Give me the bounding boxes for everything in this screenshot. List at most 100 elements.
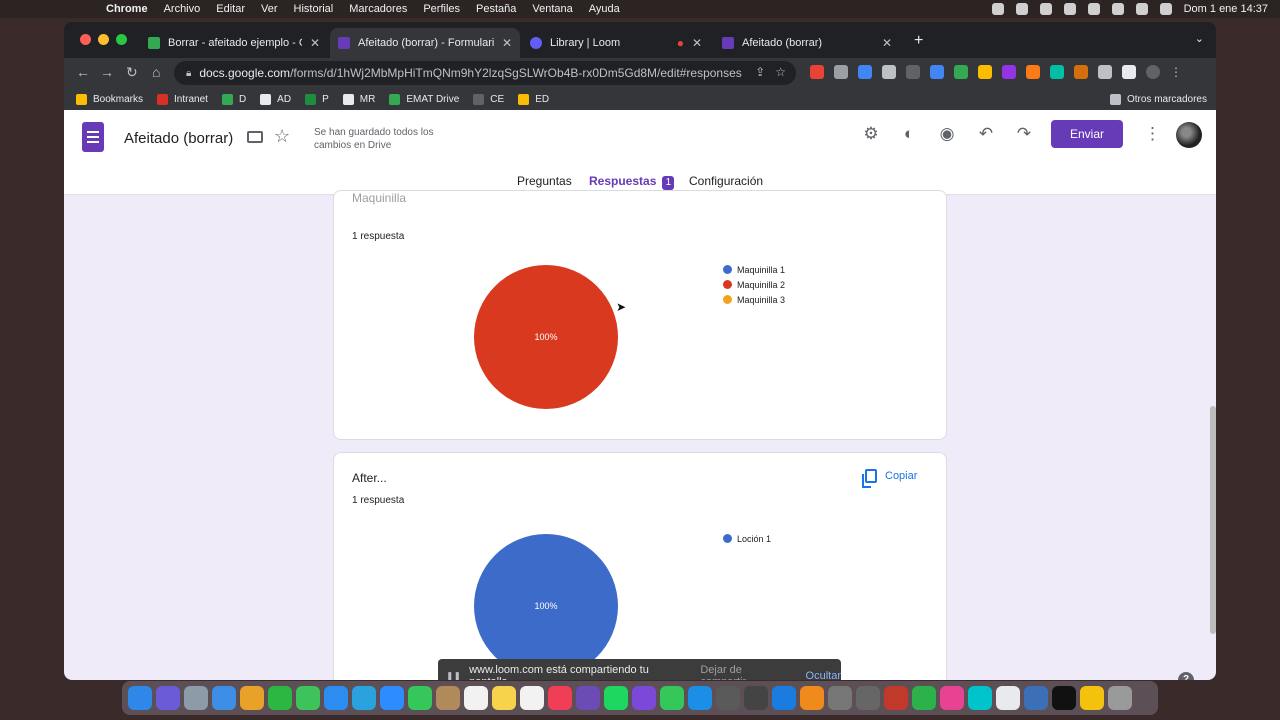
redo-icon[interactable]: ↷ [1014,124,1034,144]
music-icon[interactable] [548,686,572,710]
browser-tab-forms[interactable]: Afeitado (borrar) - Formularios ✕ [330,28,520,58]
battery-icon[interactable] [1087,3,1100,15]
address-bar[interactable]: 🔒︎ docs.google.com /forms/d/1hWj2MbMpHiT… [174,61,796,85]
wifi-icon[interactable] [1111,3,1124,15]
back-arrow-icon[interactable]: ← [76,64,90,80]
app-store-icon[interactable] [324,686,348,710]
vlc-icon[interactable] [800,686,824,710]
textedit-icon[interactable] [996,686,1020,710]
stop-sharing-button[interactable]: Dejar de compartir [700,664,785,680]
form-title[interactable]: Afeitado (borrar) [124,130,233,147]
close-tab-icon[interactable]: ✕ [502,36,512,50]
tab-search-chevron-icon[interactable]: ⌄ [1195,32,1204,45]
canva-icon[interactable] [968,686,992,710]
help-icon[interactable]: ? [1178,672,1194,680]
settings-icon[interactable] [716,686,740,710]
extension-status-icon[interactable] [1039,3,1052,15]
warning-icon[interactable] [1080,686,1104,710]
menu-historial[interactable]: Historial [294,3,334,15]
zoom-window-button[interactable] [116,34,127,45]
extension-orange-icon[interactable] [1026,65,1040,79]
more-options-icon[interactable]: ⋮ [1144,124,1161,144]
menu-archivo[interactable]: Archivo [164,3,201,15]
home-icon[interactable]: ⌂ [152,64,160,80]
maps-icon[interactable] [660,686,684,710]
extension-translate-icon[interactable] [930,65,944,79]
extension-sheets-icon[interactable] [954,65,968,79]
share-icon[interactable]: ⇪ [755,65,765,79]
close-tab-icon[interactable]: ✕ [692,36,702,50]
addons-puzzle-icon[interactable]: ⚙ [861,124,881,144]
imovie-icon[interactable] [632,686,656,710]
bluetooth-icon[interactable] [1063,3,1076,15]
undo-icon[interactable]: ↶ [976,124,996,144]
tab-questions[interactable]: Preguntas [517,174,572,188]
menu-ver[interactable]: Ver [261,3,278,15]
bookmark-item[interactable]: D [221,93,246,105]
copy-chart-button[interactable]: Copiar [862,469,917,488]
sidebar-toggle-icon[interactable] [1122,65,1136,79]
system-prefs-icon[interactable] [856,686,880,710]
siri-icon[interactable] [156,686,180,710]
close-tab-icon[interactable]: ✕ [310,36,320,50]
tab-responses[interactable]: Respuestas 1 [589,174,675,190]
menu-perfiles[interactable]: Perfiles [423,3,460,15]
browser-tab-loom[interactable]: Library | Loom ● ✕ [522,28,710,58]
new-tab-button[interactable]: + [914,32,923,50]
calendar-icon[interactable] [464,686,488,710]
forms-logo-icon[interactable] [82,122,104,152]
app-store-2-icon[interactable] [772,686,796,710]
reminders-icon[interactable] [520,686,544,710]
bookmark-item[interactable]: CE [473,93,504,105]
extension-gray-icon[interactable] [834,65,848,79]
bookmark-item[interactable]: P [305,93,329,105]
status-dot-icon[interactable] [991,3,1004,15]
calculator-icon[interactable] [828,686,852,710]
chrome-menu-icon[interactable]: ⋮ [1170,65,1184,79]
messages-icon[interactable] [296,686,320,710]
pause-icon[interactable]: ❚❚ [446,671,461,681]
menu-ventana[interactable]: Ventana [532,3,572,15]
finder-icon[interactable] [128,686,152,710]
close-tab-icon[interactable]: ✕ [882,36,892,50]
safari-icon[interactable] [212,686,236,710]
spotlight-search-icon[interactable] [1135,3,1148,15]
hide-bar-button[interactable]: Ocultar [806,670,841,680]
control-center-icon[interactable] [1159,3,1172,15]
extension-purple-icon[interactable] [1002,65,1016,79]
contacts-icon[interactable] [436,686,460,710]
keynote-icon[interactable] [688,686,712,710]
bookmark-star-icon[interactable]: ☆ [775,65,786,79]
zoom-icon[interactable] [380,686,404,710]
close-window-button[interactable] [80,34,91,45]
reload-icon[interactable]: ↻ [126,64,138,81]
tab-settings[interactable]: Configuración [689,174,763,188]
minimize-window-button[interactable] [98,34,109,45]
final-cut-icon[interactable] [744,686,768,710]
extension-rocket-icon[interactable] [906,65,920,79]
bookmark-item[interactable]: ED [518,93,549,105]
star-icon[interactable]: ☆ [274,126,290,147]
page-scrollbar[interactable] [1210,406,1216,634]
whatsapp-icon[interactable] [268,686,292,710]
pink-app-icon[interactable] [940,686,964,710]
launchpad-icon[interactable] [184,686,208,710]
avatar[interactable] [1176,122,1202,148]
bookmark-item[interactable]: EMAT Drive [389,93,459,105]
shield-icon[interactable] [1015,3,1028,15]
menu-editar[interactable]: Editar [216,3,245,15]
bookmark-item[interactable]: Bookmarks [76,93,143,105]
menu-ayuda[interactable]: Ayuda [589,3,620,15]
extension-brown-icon[interactable] [1074,65,1088,79]
filezilla-icon[interactable] [884,686,908,710]
extension-blue-icon[interactable] [858,65,872,79]
chrome-icon[interactable] [240,686,264,710]
podcasts-icon[interactable] [576,686,600,710]
extensions-puzzle-icon[interactable] [1098,65,1112,79]
trash-icon[interactable] [1108,686,1132,710]
menu-app-name[interactable]: Chrome [106,3,148,15]
spotify-icon[interactable] [604,686,628,710]
extension-light-icon[interactable] [882,65,896,79]
telegram-icon[interactable] [352,686,376,710]
profile-avatar-icon[interactable] [1146,65,1160,79]
